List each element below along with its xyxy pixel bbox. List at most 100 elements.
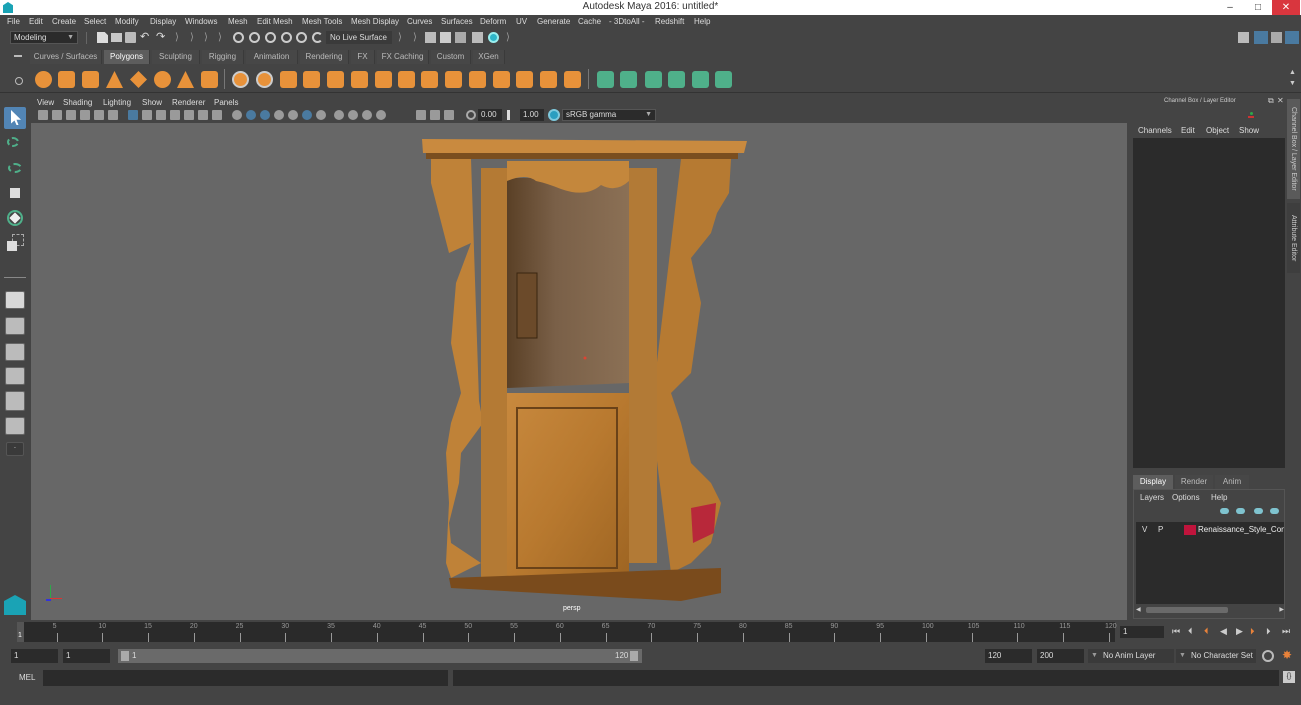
bridge-icon[interactable] (398, 71, 415, 88)
menu-mesh-display[interactable]: Mesh Display (351, 17, 399, 26)
xray-joints-icon[interactable] (430, 110, 440, 120)
cut-uv-icon[interactable] (715, 71, 732, 88)
xray-icon[interactable] (416, 110, 426, 120)
paint-select-tool[interactable] (4, 157, 26, 179)
viewport-menu-view[interactable]: View (37, 98, 54, 107)
persp-graph-layout-button[interactable] (5, 367, 25, 385)
new-layer-icon[interactable] (1254, 508, 1263, 514)
new-layer-selected-icon[interactable] (1270, 508, 1279, 514)
save-scene-icon[interactable] (125, 32, 136, 43)
move-layer-down-icon[interactable] (1236, 508, 1245, 514)
ipr-render-icon[interactable] (455, 32, 466, 43)
side-tab-channel-box[interactable]: Channel Box / Layer Editor (1287, 99, 1300, 199)
channels-menu[interactable]: Channels (1138, 126, 1172, 135)
persp-hypershade-layout-button[interactable] (5, 391, 25, 411)
isolate-select-icon[interactable] (376, 110, 386, 120)
time-slider[interactable]: 1 5 10 15 20 25 30 35 40 45 50 55 60 65 70 75 80 85 90 95 1… (0, 620, 1301, 644)
2d-pan-zoom-icon[interactable] (94, 110, 104, 120)
layer-tab-anim[interactable]: Anim (1215, 475, 1249, 489)
menu-file[interactable]: File (7, 17, 20, 26)
menu-set-dropdown[interactable]: Modeling ▼ (10, 31, 78, 44)
shelf-tab-fx[interactable]: FX (351, 50, 375, 64)
use-all-lights-icon[interactable] (302, 110, 312, 120)
textured-icon[interactable] (288, 110, 298, 120)
menu-modify[interactable]: Modify (115, 17, 139, 26)
snap-grid-icon[interactable] (233, 32, 244, 43)
channel-edit-menu[interactable]: Edit (1181, 126, 1195, 135)
layer-playback-toggle[interactable]: P (1158, 525, 1163, 534)
shadows-icon[interactable] (274, 110, 284, 120)
safe-title-icon[interactable] (212, 110, 222, 120)
animation-start-field[interactable]: 1 (11, 649, 58, 663)
move-layer-up-icon[interactable] (1220, 508, 1229, 514)
collapse-icon[interactable] (540, 71, 557, 88)
shelf-tab-sculpting[interactable]: Sculpting (152, 50, 200, 64)
poly-cone-icon[interactable] (106, 71, 123, 88)
viewport-menu-lighting[interactable]: Lighting (103, 98, 131, 107)
3d-viewport[interactable]: persp (31, 123, 1127, 620)
film-gate-icon[interactable] (142, 110, 152, 120)
layers-menu[interactable]: Layers (1140, 493, 1164, 502)
auto-key-icon[interactable] (1262, 650, 1274, 662)
extrude-icon[interactable] (421, 71, 438, 88)
spherical-uv-icon[interactable] (620, 71, 637, 88)
new-scene-icon[interactable] (97, 32, 108, 43)
script-editor-icon[interactable]: {} (1283, 671, 1295, 683)
close-panel-icon[interactable]: ✕ (1277, 96, 1284, 105)
xray-active-icon[interactable] (444, 110, 454, 120)
snap-projected-center-icon[interactable] (281, 32, 292, 43)
menu-display[interactable]: Display (150, 17, 176, 26)
camera-attributes-icon[interactable] (52, 110, 62, 120)
shelf-scroll-down-icon[interactable]: ▼ (1289, 80, 1300, 91)
mirror-icon[interactable] (280, 71, 297, 88)
open-scene-icon[interactable] (111, 33, 122, 42)
shelf-tab-curves-surfaces[interactable]: Curves / Surfaces (30, 50, 102, 64)
boolean-icon[interactable] (327, 71, 344, 88)
hypershade-icon[interactable] (488, 32, 499, 43)
viewport-menu-renderer[interactable]: Renderer (172, 98, 205, 107)
menu-edit[interactable]: Edit (29, 17, 43, 26)
menu-help[interactable]: Help (694, 17, 710, 26)
collapse-arrow-icon[interactable]: ⟩ (398, 32, 409, 43)
move-tool[interactable] (4, 182, 26, 204)
collapse-arrow-icon[interactable]: ⟩ (204, 32, 215, 43)
bevel-icon[interactable] (375, 71, 392, 88)
depth-of-field-icon[interactable] (362, 110, 372, 120)
poly-cylinder-icon[interactable] (82, 71, 99, 88)
channel-show-menu[interactable]: Show (1239, 126, 1259, 135)
cylindrical-uv-icon[interactable] (597, 71, 614, 88)
shelf-tab-fx-caching[interactable]: FX Caching (377, 50, 429, 64)
range-slider[interactable]: 1 120 (118, 649, 642, 663)
menu-mesh[interactable]: Mesh (228, 17, 248, 26)
shelf-tab-rendering[interactable]: Rendering (300, 50, 349, 64)
render-settings-icon[interactable] (472, 32, 483, 43)
poly-plane-icon[interactable] (130, 71, 147, 88)
shelf-tab-xgen[interactable]: XGen (473, 50, 505, 64)
channel-box-toggle-icon[interactable] (1285, 31, 1299, 44)
motion-blur-icon[interactable] (334, 110, 344, 120)
safe-action-icon[interactable] (198, 110, 208, 120)
separate-icon[interactable] (256, 71, 273, 88)
range-end-handle[interactable] (630, 651, 638, 661)
layer-help-menu[interactable]: Help (1211, 493, 1227, 502)
viewport-menu-shading[interactable]: Shading (63, 98, 92, 107)
menu-uv[interactable]: UV (516, 17, 527, 26)
uv-editor-icon[interactable] (692, 71, 709, 88)
step-back-frame-icon[interactable]: ⏴ (1204, 626, 1209, 637)
poly-pyramid-icon[interactable] (177, 71, 194, 88)
channel-list[interactable] (1133, 138, 1285, 468)
grid-icon[interactable] (128, 110, 138, 120)
attribute-editor-toggle-icon[interactable] (1254, 31, 1268, 44)
character-set-dropdown[interactable]: ▼ No Character Set (1176, 649, 1256, 663)
undo-icon[interactable]: ↶ (140, 32, 151, 43)
color-management-icon[interactable] (548, 109, 560, 121)
animation-end-field[interactable]: 200 (1037, 649, 1084, 663)
scale-tool[interactable] (4, 232, 26, 254)
shelf-settings-icon[interactable] (15, 77, 23, 85)
target-weld-icon[interactable] (493, 71, 510, 88)
go-to-end-icon[interactable]: ⏭ (1282, 626, 1290, 637)
gamma-field[interactable]: 1.00 (520, 109, 544, 121)
shelf-tab-custom[interactable]: Custom (431, 50, 471, 64)
four-view-layout-button[interactable] (5, 317, 25, 335)
layer-row[interactable]: V P Renaissance_Style_Confe (1136, 524, 1284, 536)
